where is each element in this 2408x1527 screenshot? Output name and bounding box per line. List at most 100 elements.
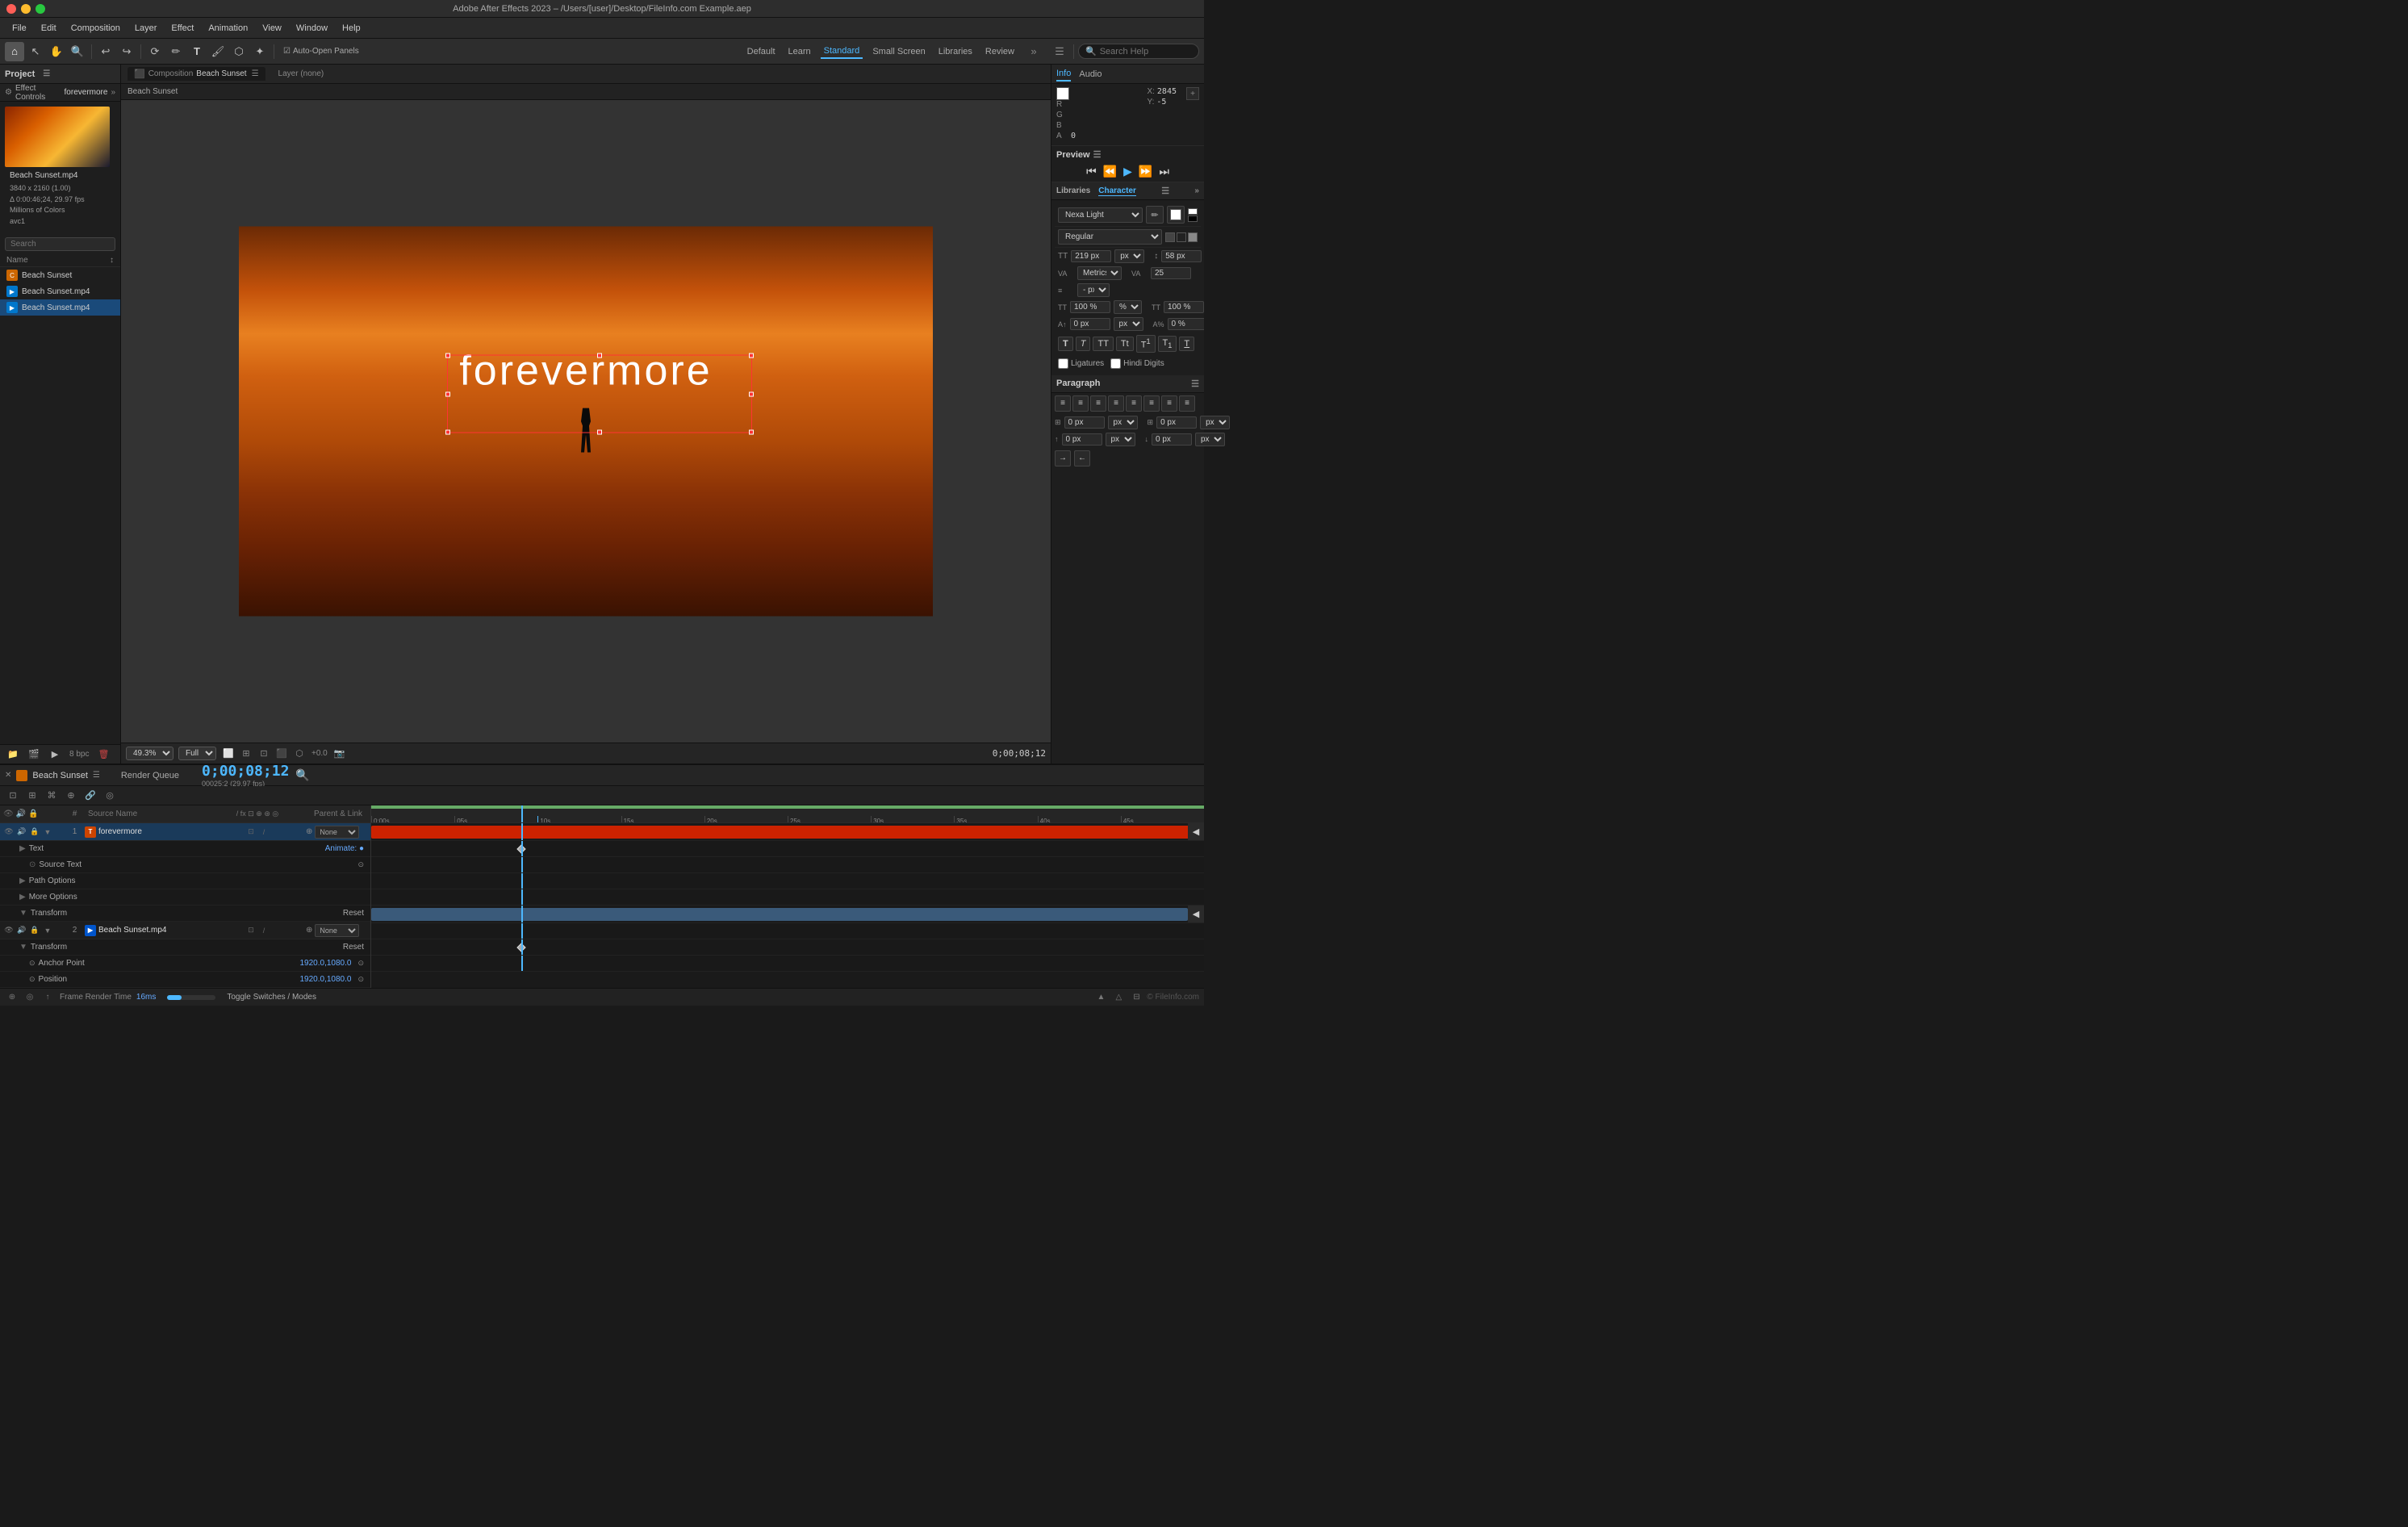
sel-handle-tm[interactable] [597, 354, 602, 358]
tool-arrow[interactable]: ↖ [26, 42, 45, 61]
menu-file[interactable]: File [6, 22, 32, 35]
comp-tab-menu[interactable]: ☰ [252, 69, 259, 78]
quality-select[interactable]: Full [178, 747, 216, 760]
vert-scale-input[interactable] [1070, 301, 1110, 313]
tl-bottom-add-layer[interactable]: ⊕ [5, 990, 19, 1005]
project-btn-delete[interactable]: 🗑 [94, 745, 113, 764]
zoom-select[interactable]: 49.3% [126, 747, 173, 760]
layer-row-1[interactable]: 👁 🔊 🔒 ▼ 1 T forevermore ⊡ / ⊕ [0, 823, 370, 841]
font-color-btn[interactable] [1167, 206, 1185, 224]
char-tab-character[interactable]: Character [1098, 186, 1136, 196]
timeline-close-btn[interactable]: ✕ [5, 771, 11, 780]
layer2-parent-select[interactable]: None [315, 924, 359, 937]
para-indent-right[interactable] [1156, 416, 1197, 429]
sel-handle-bm[interactable] [597, 429, 602, 434]
vert-scale-unit[interactable]: % [1114, 300, 1142, 314]
font-size-input[interactable] [1071, 250, 1111, 262]
font-edit-btn[interactable]: ✏ [1146, 206, 1164, 224]
layer1-visibility[interactable]: 👁 [3, 826, 15, 838]
project-sort-icon[interactable]: ↕ [110, 256, 114, 265]
tool-home[interactable]: ⌂ [5, 42, 24, 61]
layer2-sw-2[interactable]: / [258, 925, 270, 936]
project-btn-new-comp[interactable]: 🎬 [24, 745, 44, 764]
track-end-btn-1[interactable]: ◀ [1188, 823, 1204, 840]
sublayer-path-arrow[interactable]: ▶ [19, 876, 26, 885]
info-expand-btn[interactable]: + [1186, 87, 1199, 100]
comp-selection-box[interactable] [447, 355, 752, 433]
baseline-shift-input[interactable] [1070, 318, 1110, 330]
layer2-audio[interactable]: 🔊 [16, 925, 27, 936]
preview-next[interactable]: ⏩ [1139, 165, 1152, 178]
char-menu-icon[interactable]: ☰ [1161, 186, 1169, 196]
para-align-last[interactable]: ≡ [1179, 395, 1195, 412]
leading-input[interactable] [1161, 250, 1202, 262]
menu-composition[interactable]: Composition [65, 22, 126, 35]
tab-info[interactable]: Info [1056, 67, 1071, 82]
window-controls[interactable] [6, 4, 45, 14]
tsume-input[interactable] [1168, 318, 1204, 330]
para-rtl-btn[interactable]: → [1055, 450, 1071, 466]
ligatures-label[interactable]: Ligatures [1058, 358, 1104, 369]
preview-play[interactable]: ▶ [1123, 165, 1132, 178]
format-super[interactable]: T1 [1136, 335, 1156, 353]
menu-effect[interactable]: Effect [165, 22, 199, 35]
comp-3d-icon[interactable]: ⬡ [292, 747, 307, 761]
search-help-box[interactable]: 🔍 [1078, 44, 1199, 59]
para-space-before[interactable] [1062, 433, 1102, 446]
comp-snap-icon[interactable]: ⊡ [257, 747, 271, 761]
para-align-right[interactable]: ≡ [1090, 395, 1106, 412]
comp-mask-icon[interactable]: ⬛ [274, 747, 289, 761]
project-item-file2[interactable]: ▶ Beach Sunset.mp4 [0, 299, 120, 316]
layer2-visibility[interactable]: 👁 [3, 925, 15, 936]
layer1-sw-2[interactable]: / [258, 826, 270, 838]
tool-text[interactable]: T [187, 42, 207, 61]
horiz-scale-input[interactable] [1164, 301, 1204, 313]
auto-open-panels[interactable]: ☑ Auto-Open Panels [278, 42, 364, 61]
layer2-collapse[interactable]: ▼ [42, 925, 53, 936]
track-end-btn-2[interactable]: ◀ [1188, 906, 1204, 922]
baseline-shift-unit[interactable]: px [1114, 317, 1143, 331]
format-sub[interactable]: T1 [1158, 336, 1177, 352]
workspace-default[interactable]: Default [744, 45, 779, 58]
para-space-after[interactable] [1152, 433, 1192, 446]
workspace-overflow[interactable]: » [1024, 42, 1043, 61]
tool-redo[interactable]: ↪ [117, 42, 136, 61]
workspace-learn[interactable]: Learn [785, 45, 814, 58]
font-name-select[interactable]: Nexa Light [1058, 207, 1143, 223]
format-italic[interactable]: T [1076, 337, 1091, 351]
tl-bottom-solo[interactable]: ◎ [23, 990, 37, 1005]
render-queue-btn[interactable]: Render Queue [121, 771, 179, 780]
breadcrumb-label[interactable]: Beach Sunset [128, 87, 178, 96]
tl-btn-2[interactable]: ⊞ [24, 788, 40, 804]
workspace-menu[interactable]: ☰ [1050, 42, 1069, 61]
para-align-justify-all[interactable]: ≡ [1126, 395, 1142, 412]
preview-prev[interactable]: ⏪ [1103, 165, 1117, 178]
workspace-standard[interactable]: Standard [821, 44, 863, 59]
menu-view[interactable]: View [257, 22, 287, 35]
comp-fit-icon[interactable]: ⬜ [221, 747, 236, 761]
layer-row-2[interactable]: 👁 🔊 🔒 ▼ 2 ▶ Beach Sunset.mp4 ⊡ / ⊕ [0, 922, 370, 939]
para-align-justify[interactable]: ≡ [1108, 395, 1124, 412]
tool-brush[interactable]: 🖌 [208, 42, 228, 61]
tool-hand[interactable]: ✋ [47, 42, 66, 61]
project-btn-render[interactable]: ▶ [45, 745, 65, 764]
tl-btn-5[interactable]: 🔗 [82, 788, 98, 804]
project-item-comp[interactable]: C Beach Sunset [0, 267, 120, 283]
comp-tab[interactable]: ⬛ Composition Beach Sunset ☰ [128, 67, 265, 81]
font-style-swatch1[interactable] [1165, 232, 1175, 242]
tool-undo[interactable]: ↩ [96, 42, 115, 61]
para-align-justify-left[interactable]: ≡ [1161, 395, 1177, 412]
workspace-small-screen[interactable]: Small Screen [869, 45, 928, 58]
para-indent-left[interactable] [1064, 416, 1105, 429]
layer1-audio[interactable]: 🔊 [16, 826, 27, 838]
tl-btn-4[interactable]: ⊕ [63, 788, 79, 804]
format-underline[interactable]: T [1179, 337, 1194, 351]
effect-controls-expand[interactable]: » [111, 88, 115, 97]
sel-handle-br[interactable] [749, 429, 754, 434]
menu-help[interactable]: Help [337, 22, 366, 35]
sublayer-transform1-arrow[interactable]: ▼ [19, 909, 27, 918]
comp-grid-icon[interactable]: ⊞ [239, 747, 253, 761]
tool-pen[interactable]: ✏ [166, 42, 186, 61]
sublayer-more-arrow[interactable]: ▶ [19, 893, 26, 902]
kerning-select[interactable]: Metrics [1077, 266, 1122, 280]
